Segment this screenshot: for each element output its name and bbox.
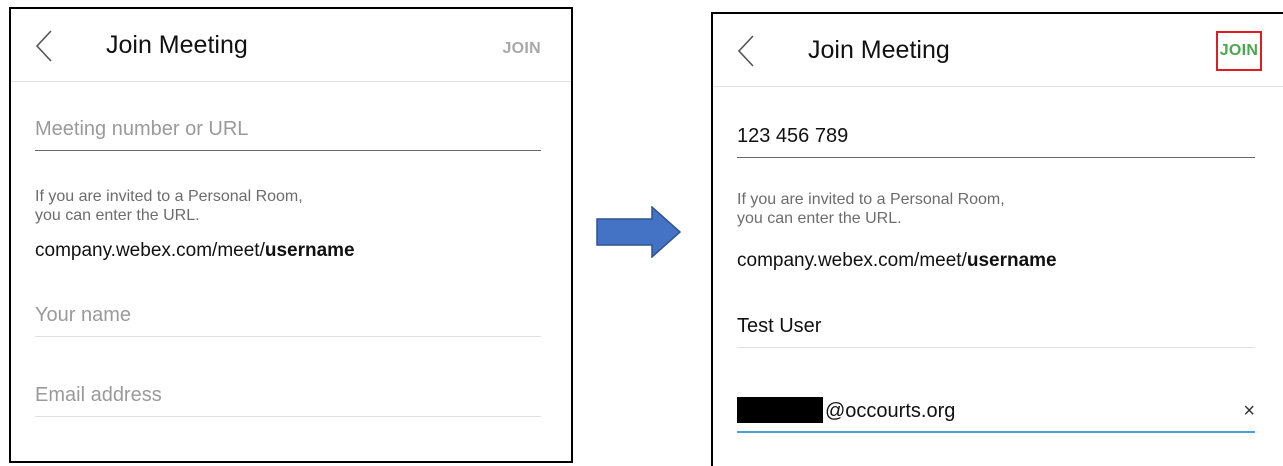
meeting-number-input[interactable]: 123 456 789 xyxy=(737,116,1255,158)
join-meeting-screen-empty: Join Meeting JOIN Meeting number or URL … xyxy=(9,7,573,463)
input-underline xyxy=(35,416,541,417)
meeting-number-placeholder: Meeting number or URL xyxy=(35,118,249,140)
input-underline xyxy=(35,150,541,151)
right-arrow-icon xyxy=(596,206,682,258)
back-chevron-icon[interactable] xyxy=(35,29,53,63)
join-button[interactable]: JOIN xyxy=(502,40,541,58)
header: Join Meeting JOIN xyxy=(713,14,1283,87)
url-username: username xyxy=(966,250,1057,271)
url-prefix: company.webex.com/meet/ xyxy=(737,250,967,271)
email-value: @occourts.org xyxy=(737,397,955,423)
meeting-number-value: 123 456 789 xyxy=(737,125,849,147)
your-name-placeholder: Your name xyxy=(35,304,131,326)
input-underline xyxy=(35,336,541,337)
input-underline xyxy=(737,157,1255,158)
personal-room-hint-line1: If you are invited to a Personal Room, xyxy=(35,188,303,205)
input-underline-focused xyxy=(737,431,1255,433)
url-username: username xyxy=(264,240,355,261)
email-domain: @occourts.org xyxy=(825,400,956,422)
your-name-input[interactable]: Your name xyxy=(35,295,541,337)
clear-icon[interactable]: × xyxy=(1243,401,1255,421)
personal-room-hint-line2: you can enter the URL. xyxy=(35,207,200,224)
email-input[interactable]: @occourts.org × xyxy=(737,389,1255,433)
input-underline xyxy=(737,347,1255,348)
meeting-number-input[interactable]: Meeting number or URL xyxy=(35,109,541,151)
redacted-block xyxy=(737,397,823,423)
url-example: company.webex.com/meet/username xyxy=(737,250,1057,272)
page-title: Join Meeting xyxy=(808,36,950,64)
personal-room-hint-line1: If you are invited to a Personal Room, xyxy=(737,191,1005,208)
back-chevron-icon[interactable] xyxy=(737,34,755,68)
your-name-input[interactable]: Test User xyxy=(737,306,1255,348)
join-meeting-screen-filled: Join Meeting JOIN 123 456 789 If you are… xyxy=(711,12,1283,466)
header: Join Meeting JOIN xyxy=(11,9,571,82)
personal-room-hint-line2: you can enter the URL. xyxy=(737,210,902,227)
url-prefix: company.webex.com/meet/ xyxy=(35,240,265,261)
email-input[interactable]: Email address xyxy=(35,375,541,417)
join-button[interactable]: JOIN xyxy=(1216,31,1262,71)
email-placeholder: Email address xyxy=(35,384,162,406)
your-name-value: Test User xyxy=(737,315,822,337)
url-example: company.webex.com/meet/username xyxy=(35,240,355,262)
page-title: Join Meeting xyxy=(106,31,248,59)
